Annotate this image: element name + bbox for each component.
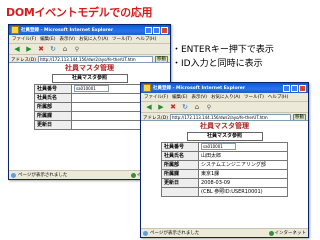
section-value: 東京1課 bbox=[198, 169, 288, 179]
field-label: 社員番号 bbox=[161, 142, 199, 152]
stop-icon[interactable]: ✖ bbox=[168, 103, 178, 111]
page-title: 社員マスタ管理 bbox=[65, 64, 114, 72]
field-value bbox=[71, 102, 145, 112]
page-title: 社員マスタ管理 bbox=[200, 122, 249, 130]
search-icon[interactable]: ⚲ bbox=[72, 45, 82, 53]
forward-icon[interactable]: ▶ bbox=[24, 45, 34, 53]
table-row: 所属部 bbox=[34, 102, 145, 112]
bullet-id-input: ・ID入力と同時に表示 bbox=[172, 59, 263, 69]
window-title: 社員登録 - Microsoft Internet Explorer bbox=[21, 28, 114, 33]
field-label: 更新日 bbox=[161, 178, 199, 188]
employee-id-input[interactable]: sa010001 bbox=[201, 143, 236, 150]
menu-view[interactable]: 表示(V) bbox=[59, 36, 75, 42]
field-label: 所属課 bbox=[34, 111, 72, 121]
browser-window-after[interactable]: 社員登録 - Microsoft Internet Explorer ファイル(… bbox=[140, 82, 309, 238]
menu-file[interactable]: ファイル(F) bbox=[12, 36, 36, 42]
field-value bbox=[71, 93, 145, 103]
table-row: 所属課 東京1課 bbox=[161, 169, 288, 179]
menu-view[interactable]: 表示(V) bbox=[191, 94, 207, 100]
refresh-icon[interactable]: ↻ bbox=[180, 103, 190, 111]
toolbar: ◀ ▶ ✖ ↻ ⌂ ⚲ bbox=[9, 44, 170, 55]
title-bar[interactable]: 社員登録 - Microsoft Internet Explorer bbox=[9, 25, 170, 35]
updated-extra-value: (CBL 参照ID:USER10001) bbox=[198, 187, 288, 197]
menu-edit[interactable]: 編集(E) bbox=[172, 94, 187, 100]
status-text: ページが表示されました bbox=[150, 231, 200, 236]
close-button[interactable] bbox=[299, 84, 306, 92]
menu-bar: ファイル(F) 編集(E) 表示(V) お気に入り(A) ツール(T) ヘルプ(… bbox=[141, 93, 308, 102]
globe-icon bbox=[130, 172, 136, 178]
home-icon[interactable]: ⌂ bbox=[192, 103, 202, 111]
status-text: ページが表示されました bbox=[18, 173, 68, 178]
field-label: 社員番号 bbox=[34, 84, 72, 94]
field-label: 所属部 bbox=[161, 160, 199, 170]
field-label: 所属部 bbox=[34, 102, 72, 112]
zone-indicator: インターネット bbox=[268, 230, 307, 236]
menu-help[interactable]: ヘルプ(H) bbox=[136, 36, 156, 42]
table-row: 社員番号 sa010001 bbox=[161, 142, 288, 152]
window-title: 社員登録 - Microsoft Internet Explorer bbox=[153, 86, 246, 91]
forward-icon[interactable]: ▶ bbox=[156, 103, 166, 111]
page-icon bbox=[143, 230, 148, 236]
stop-icon[interactable]: ✖ bbox=[36, 45, 46, 53]
table-row: 所属部 システムエンジニアリング部 bbox=[161, 160, 288, 170]
employee-form: 社員番号 sa010001 社員氏名 山田太郎 所属部 システムエンジニアリング… bbox=[161, 142, 288, 197]
menu-favorites[interactable]: お気に入り(A) bbox=[79, 36, 108, 42]
maximize-button[interactable] bbox=[291, 84, 298, 92]
field-value bbox=[71, 111, 145, 121]
table-row: 社員氏名 bbox=[34, 93, 145, 103]
menu-bar: ファイル(F) 編集(E) 表示(V) お気に入り(A) ツール(T) ヘルプ(… bbox=[9, 35, 170, 44]
menu-file[interactable]: ファイル(F) bbox=[144, 94, 168, 100]
ie-icon bbox=[11, 26, 19, 34]
maximize-button[interactable] bbox=[153, 26, 160, 34]
employee-id-input[interactable]: sa010001 bbox=[74, 85, 109, 92]
ie-icon bbox=[143, 84, 151, 92]
refresh-icon[interactable]: ↻ bbox=[48, 45, 58, 53]
bullet-list: ・ENTERキー押下で表示 ・ID入力と同時に表示 bbox=[172, 43, 274, 71]
updated-value: 2008-03-09 bbox=[198, 178, 288, 188]
page-subtitle: 社員マスタ参照 bbox=[186, 132, 263, 141]
back-icon[interactable]: ◀ bbox=[144, 103, 154, 111]
home-icon[interactable]: ⌂ bbox=[60, 45, 70, 53]
department-value: システムエンジニアリング部 bbox=[198, 160, 288, 170]
toolbar: ◀ ▶ ✖ ↻ ⌂ ⚲ bbox=[141, 102, 308, 113]
table-row: (CBL 参照ID:USER10001) bbox=[161, 187, 288, 197]
page-content: 社員マスタ管理 社員マスタ参照 社員番号 sa010001 社員氏名 山田太郎 … bbox=[141, 120, 308, 228]
status-bar: ページが表示されました インターネット bbox=[141, 228, 308, 237]
close-button[interactable] bbox=[161, 26, 168, 34]
globe-icon bbox=[268, 230, 274, 236]
bullet-enter-key: ・ENTERキー押下で表示 bbox=[172, 45, 274, 55]
page-subtitle: 社員マスタ参照 bbox=[51, 74, 128, 83]
slide-title: DOMイベントモデルでの応用 bbox=[6, 6, 153, 19]
search-icon[interactable]: ⚲ bbox=[204, 103, 214, 111]
table-row: 所属課 bbox=[34, 111, 145, 121]
table-row: 社員番号 sa010001 bbox=[34, 84, 145, 94]
back-icon[interactable]: ◀ bbox=[12, 45, 22, 53]
table-row: 更新日 2008-03-09 bbox=[161, 178, 288, 188]
minimize-button[interactable] bbox=[283, 84, 290, 92]
field-label: 所属課 bbox=[161, 169, 199, 179]
field-cell: sa010001 bbox=[198, 142, 288, 152]
employee-name-value: 山田太郎 bbox=[198, 151, 288, 161]
menu-help[interactable]: ヘルプ(H) bbox=[268, 94, 288, 100]
menu-tools[interactable]: ツール(T) bbox=[112, 36, 132, 42]
field-value bbox=[71, 120, 145, 130]
menu-tools[interactable]: ツール(T) bbox=[244, 94, 264, 100]
zone-text: インターネット bbox=[274, 231, 307, 236]
menu-favorites[interactable]: お気に入り(A) bbox=[211, 94, 240, 100]
title-bar[interactable]: 社員登録 - Microsoft Internet Explorer bbox=[141, 83, 308, 93]
field-label: 社員氏名 bbox=[34, 93, 72, 103]
page-icon bbox=[11, 172, 16, 178]
employee-form: 社員番号 sa010001 社員氏名 所属部 所属課 更新日 bbox=[34, 84, 145, 130]
minimize-button[interactable] bbox=[145, 26, 152, 34]
field-label: 社員氏名 bbox=[161, 151, 199, 161]
table-row: 社員氏名 山田太郎 bbox=[161, 151, 288, 161]
menu-edit[interactable]: 編集(E) bbox=[40, 36, 55, 42]
field-cell: sa010001 bbox=[71, 84, 145, 94]
field-label: 更新日 bbox=[34, 120, 72, 130]
field-label-empty bbox=[161, 187, 199, 197]
table-row: 更新日 bbox=[34, 120, 145, 130]
